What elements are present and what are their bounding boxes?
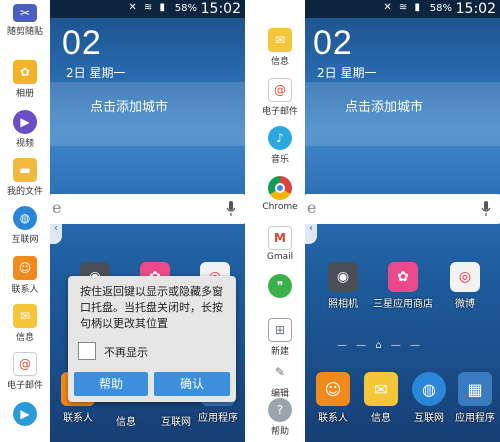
play-icon: ▶ <box>13 402 37 426</box>
tray-label: 信息 <box>270 57 289 67</box>
weather-prompt[interactable]: 点击添加城市 <box>90 96 168 115</box>
samsung-apps-icon: ✿ <box>388 262 418 292</box>
search-bar[interactable]: e <box>50 194 245 224</box>
home-date: 2日 星期一 <box>317 66 377 80</box>
tray-label: 互联网 <box>11 235 39 245</box>
multi-window-tray: ✂ 随剪随贴 ✿ 相册 ▶ 视频 ▬ 我的文件 ◍ 互联网 ☺ 联系人 ✉ 信息… <box>0 0 50 442</box>
status-time: 15:02 <box>455 1 496 17</box>
tray-label: 相册 <box>15 89 34 99</box>
tray-item-gallery[interactable]: ✿ 相册 <box>0 60 50 99</box>
battery-level: 58% <box>174 3 197 14</box>
dock-label: 应用程序 <box>198 413 238 424</box>
tray-item-video[interactable]: ▶ 视频 <box>0 110 50 149</box>
message-icon: ✉ <box>13 304 37 328</box>
home-clock: 02 <box>313 24 353 62</box>
ok-button[interactable]: 确认 <box>154 372 230 396</box>
tray-item-edit[interactable]: ✎ 编辑 <box>255 360 305 399</box>
tray-item-email[interactable]: @ 电子邮件 <box>255 78 305 117</box>
contacts-icon: ☺ <box>316 372 350 406</box>
tray-item-files[interactable]: ▬ 我的文件 <box>0 158 50 197</box>
help-icon: ? <box>268 398 292 422</box>
dont-show-checkbox[interactable] <box>78 342 96 360</box>
dont-show-label: 不再显示 <box>104 346 148 359</box>
tray-handle[interactable]: ‹ <box>305 214 317 244</box>
contacts-icon: ☺ <box>13 256 37 280</box>
tray-item-scrapbook[interactable]: ✂ 随剪随贴 <box>0 4 50 37</box>
dialog-message: 按住返回键以显示或隐藏多窗口托盘。当托盘关闭时，长按句柄以更改其位置 <box>80 285 223 330</box>
tray-item-internet[interactable]: ◍ 互联网 <box>0 206 50 245</box>
tray-label: 联系人 <box>11 285 39 295</box>
weather-prompt[interactable]: 点击添加城市 <box>345 96 423 115</box>
app-samsung-apps[interactable]: ✿ 三星应用商店 <box>373 262 433 310</box>
tray-label: 音乐 <box>270 155 289 165</box>
chrome-icon <box>268 176 292 200</box>
multi-window-tray: ✉ 信息 @ 电子邮件 ♪ 音乐 Chrome M Gmail ❞ ⊞ 新建 ✎… <box>255 0 305 442</box>
signal-icons: ✕ ≋ ▮ <box>128 2 167 13</box>
home-date: 2日 星期一 <box>66 66 126 80</box>
tray-item-messages[interactable]: ✉ 信息 <box>0 304 50 343</box>
music-icon: ♪ <box>268 126 292 150</box>
camera-icon: ◉ <box>328 262 358 292</box>
page-indicator[interactable]: — — ⌂ — — <box>337 340 423 351</box>
video-icon: ▶ <box>13 110 37 134</box>
tray-item-email[interactable]: @ 电子邮件 <box>0 352 50 391</box>
tray-item-messages[interactable]: ✉ 信息 <box>255 28 305 67</box>
home-clock: 02 <box>62 24 102 62</box>
app-camera[interactable]: ◉ 照相机 <box>313 262 373 310</box>
dock-item-apps[interactable]: ▦ 应用程序 <box>445 372 500 424</box>
microphone-icon[interactable] <box>481 201 491 217</box>
tray-label: 电子邮件 <box>6 381 43 391</box>
hangouts-icon: ❞ <box>268 274 292 298</box>
edit-icon: ✎ <box>268 360 292 384</box>
new-window-icon: ⊞ <box>268 318 292 342</box>
tray-tip-dialog: 按住返回键以显示或隐藏多窗口托盘。当托盘关闭时，长按句柄以更改其位置 不再显示 … <box>68 276 236 402</box>
search-bar[interactable]: e <box>305 194 500 224</box>
tray-label: 新建 <box>270 347 289 357</box>
signal-icons: ✕ ≋ ▮ <box>383 2 422 13</box>
bottom-watermark <box>255 428 500 442</box>
microphone-icon[interactable] <box>226 201 236 217</box>
globe-icon: ◍ <box>412 372 446 406</box>
tray-item-new[interactable]: ⊞ 新建 <box>255 318 305 357</box>
tray-item-gmail[interactable]: M Gmail <box>255 226 305 262</box>
tray-label: 随剪随贴 <box>6 27 43 37</box>
tray-item-hangouts[interactable]: ❞ <box>255 274 305 298</box>
tray-handle[interactable]: ‹ <box>50 214 62 244</box>
tray-label: 视频 <box>15 139 34 149</box>
folder-icon: ▬ <box>13 158 37 182</box>
left-screenshot: ▣ ◐ ✕ ≋ ▮ 58% 15:02 02 2日 星期一 点击添加城市 e ‹… <box>0 0 245 442</box>
email-icon: @ <box>268 78 292 102</box>
tray-label: 电子邮件 <box>261 107 298 117</box>
message-icon: ✉ <box>268 28 292 52</box>
app-label: 三星应用商店 <box>373 299 433 310</box>
tray-item-music[interactable]: ♪ 音乐 <box>255 126 305 165</box>
tray-item-play[interactable]: ▶ <box>0 402 50 426</box>
gallery-icon: ✿ <box>13 60 37 84</box>
app-label: 微博 <box>455 299 475 310</box>
globe-icon: ◍ <box>13 206 37 230</box>
bottom-watermark <box>0 428 245 442</box>
right-screenshot: ▣ ◐ ✕ ≋ ▮ 58% 15:02 02 2日 星期一 点击添加城市 e ‹… <box>255 0 500 442</box>
message-icon: ✉ <box>364 372 398 406</box>
scrapbook-icon: ✂ <box>13 4 37 22</box>
gmail-icon: M <box>268 226 292 250</box>
tray-label: 我的文件 <box>6 187 43 197</box>
weibo-icon: ◎ <box>450 262 480 292</box>
app-label: 照相机 <box>328 299 358 310</box>
status-time: 15:02 <box>200 1 241 17</box>
email-icon: @ <box>13 352 37 376</box>
dock-label: 应用程序 <box>455 413 495 424</box>
tray-label: 信息 <box>15 333 34 343</box>
apps-grid-icon: ▦ <box>458 372 492 406</box>
help-button[interactable]: 帮助 <box>74 372 148 396</box>
tray-item-contacts[interactable]: ☺ 联系人 <box>0 256 50 295</box>
tray-label: Gmail <box>266 252 294 262</box>
app-weibo[interactable]: ◎ 微博 <box>435 262 495 310</box>
tray-item-chrome[interactable]: Chrome <box>255 176 305 212</box>
tray-label: Chrome <box>262 202 298 212</box>
battery-level: 58% <box>429 3 452 14</box>
